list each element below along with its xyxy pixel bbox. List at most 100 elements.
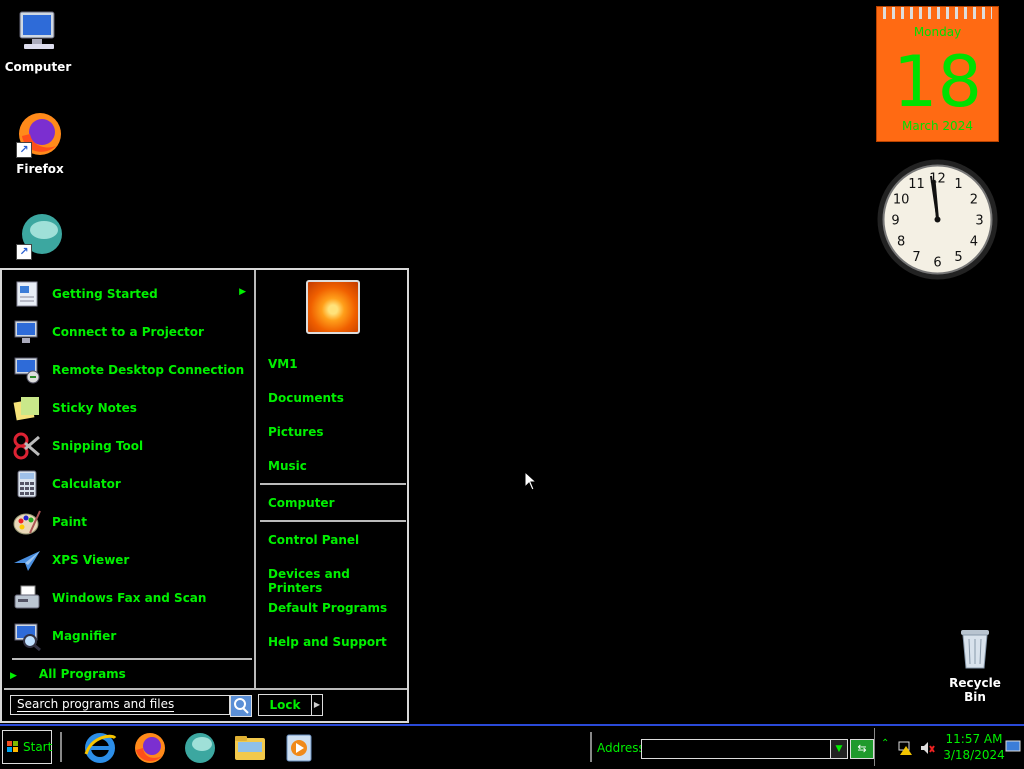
calendar-month-year: March 2024 — [902, 119, 973, 133]
divider — [260, 520, 406, 522]
taskbar-media-player[interactable] — [282, 730, 318, 766]
place-documents[interactable]: Documents — [268, 391, 344, 405]
clock-face: 12 1234567891011 — [877, 159, 998, 280]
internet-explorer-icon — [84, 733, 117, 763]
desktop-icon-computer[interactable]: Computer — [0, 8, 76, 74]
program-paint[interactable]: Paint — [8, 504, 252, 540]
divider — [60, 732, 62, 762]
start-menu: Getting Started ▶ Connect to a Projector… — [0, 268, 409, 723]
clock-gadget[interactable]: 12 1 2 3 4 5 6 7 8 9 10 11 — [876, 158, 999, 281]
taskbar: Start Address ▼ ⇆ ⌃ 11:57 AM 3/18/2024 — [0, 724, 1024, 768]
calendar-rings — [883, 7, 992, 19]
clock-numeral: 7 — [912, 250, 920, 265]
computer-icon — [14, 8, 62, 56]
place-user-folder[interactable]: VM1 — [268, 357, 298, 371]
taskbar-app-globe[interactable] — [182, 730, 218, 766]
clock-numeral: 1 — [954, 177, 962, 192]
program-calculator[interactable]: Calculator — [8, 466, 252, 502]
windows-flag-icon — [7, 741, 18, 752]
search-input[interactable]: Search programs and files — [10, 695, 230, 715]
calculator-icon — [12, 469, 42, 499]
taskbar-internet-explorer[interactable] — [82, 730, 118, 766]
fax-scanner-icon — [12, 583, 42, 613]
clock-numeral: 10 — [893, 193, 910, 208]
program-xps-viewer[interactable]: XPS Viewer — [8, 542, 252, 578]
magnifier-icon — [12, 621, 42, 652]
desktop-icon-label: Recycle Bin — [949, 676, 1001, 704]
taskbar-firefox[interactable] — [132, 730, 168, 766]
search-icon — [234, 698, 249, 714]
desktop-icon-firefox[interactable]: ↗ Firefox — [2, 110, 78, 176]
calendar-gadget[interactable]: Monday 18 March 2024 — [876, 6, 999, 142]
pane-divider — [254, 270, 256, 688]
search-button[interactable] — [230, 695, 252, 717]
clock-numeral: 9 — [891, 214, 899, 229]
media-player-icon — [286, 734, 312, 762]
xps-viewer-icon — [12, 545, 42, 575]
start-menu-places: VM1 Documents Pictures Music Computer Co… — [258, 272, 408, 688]
divider — [260, 483, 406, 485]
program-snipping-tool[interactable]: Snipping Tool — [8, 428, 252, 464]
firefox-icon — [135, 733, 165, 763]
taskbar-file-explorer[interactable] — [232, 730, 268, 766]
network-icon[interactable] — [897, 740, 913, 756]
user-avatar[interactable] — [306, 280, 360, 334]
desktop-icon-app[interactable]: ↗ — [2, 212, 78, 264]
calendar-weekday: Monday — [913, 25, 962, 39]
place-computer[interactable]: Computer — [268, 496, 334, 510]
start-button[interactable]: Start — [2, 730, 52, 764]
go-arrow-icon: ⇆ — [857, 742, 867, 755]
clock-numeral: 4 — [970, 235, 978, 250]
mouse-cursor-icon — [524, 471, 538, 491]
sticky-notes-icon — [12, 393, 42, 423]
place-help-support[interactable]: Help and Support — [268, 635, 387, 649]
address-input[interactable] — [641, 739, 831, 759]
app-globe-icon — [185, 733, 215, 763]
program-getting-started[interactable]: Getting Started ▶ — [8, 276, 252, 312]
tray-time[interactable]: 11:57 AM — [939, 732, 1009, 746]
show-hidden-icons-button[interactable]: ⌃ — [881, 738, 889, 749]
place-control-panel[interactable]: Control Panel — [268, 533, 359, 547]
getting-started-icon — [12, 279, 42, 309]
calendar-day: 18 — [892, 41, 983, 123]
place-music[interactable]: Music — [268, 459, 307, 473]
desktop-icon-label: Firefox — [16, 162, 64, 176]
address-label: Address — [597, 741, 645, 755]
program-remote-desktop[interactable]: Remote Desktop Connection — [8, 352, 252, 388]
start-menu-programs: Getting Started ▶ Connect to a Projector… — [4, 272, 254, 688]
clock-numeral: 8 — [897, 235, 905, 250]
desktop-icon-recycle-bin[interactable]: Recycle Bin — [937, 624, 1013, 704]
remote-desktop-icon — [12, 355, 42, 385]
place-pictures[interactable]: Pictures — [268, 425, 324, 439]
scissors-icon — [12, 431, 42, 461]
place-default-programs[interactable]: Default Programs — [268, 601, 387, 615]
firefox-icon: ↗ — [16, 110, 64, 158]
program-magnifier[interactable]: Magnifier — [8, 618, 252, 654]
desktop-icon-label: Computer — [4, 60, 72, 74]
address-dropdown-button[interactable]: ▼ — [830, 739, 848, 759]
app-globe-icon: ↗ — [16, 212, 64, 260]
folder-icon — [235, 736, 265, 760]
shortcut-arrow-icon: ↗ — [16, 244, 32, 260]
program-connect-projector[interactable]: Connect to a Projector — [8, 314, 252, 350]
system-tray: ⌃ 11:57 AM 3/18/2024 — [874, 728, 1024, 766]
show-desktop-icon[interactable] — [1005, 740, 1021, 754]
clock-numeral: 3 — [975, 214, 983, 229]
program-sticky-notes[interactable]: Sticky Notes — [8, 390, 252, 426]
chevron-right-icon: ▶ — [313, 700, 321, 709]
program-fax-scan[interactable]: Windows Fax and Scan — [8, 580, 252, 616]
projector-icon — [12, 317, 42, 347]
shutdown-options-button[interactable]: ▶ — [311, 694, 323, 716]
recycle-bin-icon — [951, 624, 999, 672]
tray-date[interactable]: 3/18/2024 — [939, 748, 1009, 762]
divider — [12, 658, 252, 660]
volume-muted-icon[interactable] — [919, 740, 935, 756]
clock-numeral: 2 — [970, 193, 978, 208]
lock-button[interactable]: Lock — [258, 694, 312, 716]
shortcut-arrow-icon: ↗ — [16, 142, 32, 158]
address-go-button[interactable]: ⇆ — [850, 739, 874, 759]
place-devices-printers[interactable]: Devices and Printers — [268, 567, 408, 595]
submenu-arrow-icon: ▶ — [239, 287, 246, 297]
clock-numeral: 11 — [908, 177, 925, 192]
all-programs-button[interactable]: ▶ All Programs — [10, 667, 126, 681]
